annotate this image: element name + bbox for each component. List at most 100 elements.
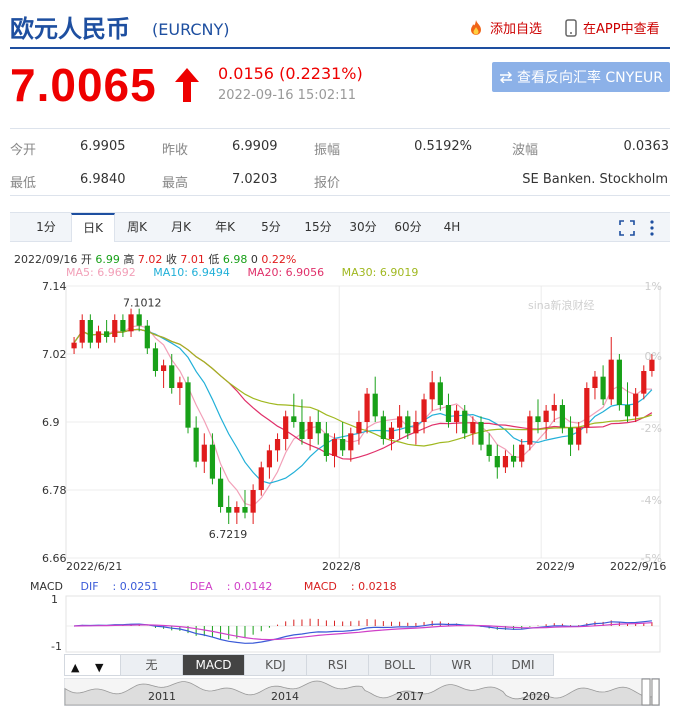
candle-body <box>543 410 549 422</box>
ma5-line <box>73 325 652 507</box>
tab-30min[interactable]: 30分 <box>343 213 383 242</box>
timeline-year-2017: 2017 <box>396 690 424 703</box>
nav-down-arrow[interactable]: ▼ <box>95 658 103 678</box>
candle-body <box>535 416 541 422</box>
annotation-high: 7.1012 <box>123 297 161 310</box>
watermark: sina新浪财经 <box>528 298 595 312</box>
y-tick-label: 6.9 <box>42 416 60 429</box>
page-header: 欧元人民币 (EURCNY) 添加自选 在APP中查看 <box>0 0 686 49</box>
up-arrow-icon <box>175 68 199 102</box>
candle-body <box>169 365 175 388</box>
indicator-tab-macd[interactable]: MACD <box>183 655 245 675</box>
candle-body <box>340 439 346 451</box>
fullscreen-icon[interactable] <box>618 219 636 237</box>
timeline-navigator[interactable]: 2011 2014 2017 2020 <box>64 678 660 706</box>
candle-body <box>380 416 386 439</box>
candle-body <box>234 507 240 513</box>
nav-arrows: ▲ ▼ <box>65 655 121 675</box>
nav-up-arrow[interactable]: ▲ <box>71 658 79 678</box>
candle-body <box>413 422 419 434</box>
macd-y-min: -1 <box>51 640 62 653</box>
view-in-app-button[interactable]: 在APP中查看 <box>564 18 660 37</box>
macd-y-max: 1 <box>51 594 58 606</box>
candle-body <box>193 427 199 462</box>
macd-frame <box>65 595 661 653</box>
candle-body <box>266 450 273 468</box>
tab-15min[interactable]: 15分 <box>298 213 338 242</box>
tab-daily[interactable]: 日K <box>71 213 115 242</box>
pct-tick-label: 1% <box>645 280 662 293</box>
pct-tick-label: -4% <box>641 494 662 507</box>
tab-weekly[interactable]: 周K <box>118 213 156 242</box>
indicator-tab-rsi[interactable]: RSI <box>307 655 369 675</box>
ma30-line <box>73 328 653 447</box>
macd-chart[interactable]: 1 -1 <box>0 594 686 654</box>
candle-body <box>144 325 150 349</box>
tab-60min[interactable]: 60分 <box>388 213 428 242</box>
indicator-tab-boll[interactable]: BOLL <box>369 655 431 675</box>
current-price: 7.0065 <box>10 59 157 111</box>
candle-body <box>633 393 639 417</box>
y-tick-label: 6.66 <box>42 552 67 565</box>
candle-body <box>185 382 191 428</box>
candle-body <box>136 314 142 326</box>
more-icon[interactable] <box>648 219 656 237</box>
candle-body <box>510 456 517 462</box>
candle-body <box>79 320 85 343</box>
indicator-tabs: ▲ ▼ 无 MACD KDJ RSI BOLL WR DMI <box>64 654 554 676</box>
timeline-handle-right[interactable] <box>651 678 660 706</box>
y-axis-ticks: 7.14 7.02 6.9 6.78 6.66 <box>42 280 67 565</box>
candle-body <box>478 422 484 445</box>
tab-5min[interactable]: 5分 <box>253 213 289 242</box>
candle-body <box>608 359 614 400</box>
candle-body <box>104 331 110 337</box>
candle-body <box>592 376 598 388</box>
candle-body <box>527 416 533 445</box>
tab-4h[interactable]: 4H <box>434 213 470 242</box>
candle-body <box>217 478 224 507</box>
candle-body <box>71 342 77 349</box>
candle-body <box>258 467 264 490</box>
ma20-line <box>73 328 653 460</box>
x-tick-label: 2022/8 <box>322 560 361 573</box>
x-axis-ticks: 2022/6/21 2022/8 2022/9 2022/9/16 <box>66 560 666 573</box>
macd-grid <box>65 595 661 653</box>
candle-body <box>87 320 93 343</box>
candle-body <box>128 314 134 332</box>
candle-body <box>95 331 102 343</box>
pct-tick-label: -2% <box>641 422 662 435</box>
y-tick-label: 7.14 <box>42 280 67 293</box>
candle-body <box>437 382 443 405</box>
indicator-tab-wr[interactable]: WR <box>431 655 493 675</box>
candle-body <box>299 422 305 439</box>
indicator-tab-kdj[interactable]: KDJ <box>245 655 307 675</box>
candle-body <box>388 427 395 439</box>
candle-body <box>291 416 297 422</box>
candlestick-chart[interactable]: sina新浪财经 7.147.026.96.786.66 1%0%-2%-4%-… <box>0 276 686 582</box>
candle-body <box>226 507 232 513</box>
candle-body <box>120 320 126 332</box>
reverse-rate-button[interactable]: 查看反向汇率 CNYEUR <box>492 62 670 92</box>
flame-icon <box>471 19 481 35</box>
tab-monthly[interactable]: 月K <box>162 213 200 242</box>
indicator-tab-none[interactable]: 无 <box>121 655 183 675</box>
tab-yearly[interactable]: 年K <box>206 213 244 242</box>
quote-time: 2022-09-16 15:02:11 <box>218 88 357 103</box>
timeline-handle-left[interactable] <box>641 678 651 706</box>
x-tick-label: 2022/9/16 <box>610 560 666 573</box>
candle-body <box>519 444 525 462</box>
indicator-tab-dmi[interactable]: DMI <box>493 655 553 675</box>
candle-body <box>421 399 427 422</box>
period-tabs: 1分 日K 周K 月K 年K 5分 15分 30分 60分 4H <box>10 212 670 242</box>
timeline-year-2014: 2014 <box>271 690 299 703</box>
candle-body <box>445 405 452 422</box>
candle-body <box>112 320 118 337</box>
header-divider <box>10 47 670 49</box>
tab-1min[interactable]: 1分 <box>26 213 66 242</box>
reverse-rate-label: 查看反向汇率 CNYEUR <box>516 70 664 86</box>
add-watchlist-button[interactable]: 添加自选 <box>467 18 542 37</box>
candle-body <box>576 427 582 445</box>
candle-body <box>372 393 378 417</box>
candle-body <box>494 456 500 468</box>
ma10-line <box>73 328 653 484</box>
